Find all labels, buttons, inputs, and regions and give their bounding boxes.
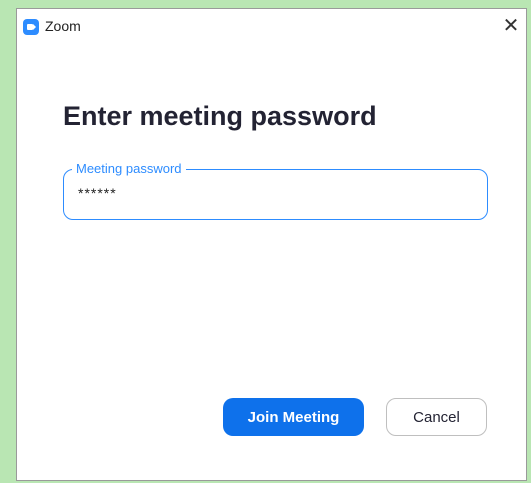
zoom-dialog-window: Zoom ✕ Enter meeting password Meeting pa…: [16, 8, 527, 481]
join-meeting-button[interactable]: Join Meeting: [223, 398, 364, 436]
window-title: Zoom: [45, 18, 81, 34]
close-icon[interactable]: ✕: [498, 13, 524, 39]
password-field[interactable]: Meeting password: [63, 161, 488, 220]
password-field-label: Meeting password: [72, 161, 186, 176]
page-title: Enter meeting password: [63, 101, 377, 131]
cancel-button[interactable]: Cancel: [386, 398, 487, 436]
password-input[interactable]: [76, 184, 470, 202]
zoom-app-icon: [23, 19, 39, 35]
title-bar: Zoom ✕: [17, 9, 526, 43]
